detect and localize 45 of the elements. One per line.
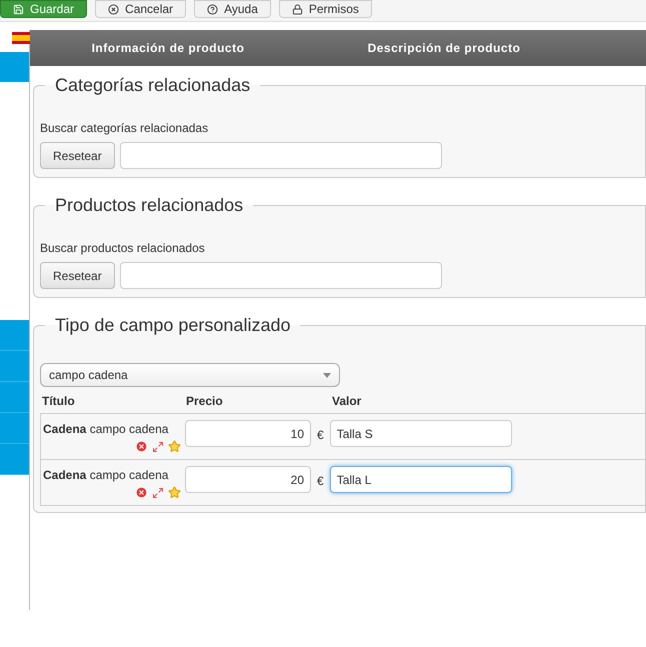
sidebar-item[interactable] (0, 413, 29, 444)
section-legend: Categorías relacionadas (45, 72, 260, 99)
column-header: Título (42, 393, 76, 410)
tab[interactable]: Información de producto (30, 39, 306, 57)
star-icon[interactable] (168, 440, 181, 453)
tab[interactable]: Descripción de producto (306, 39, 582, 57)
field-label: Buscar categorías relacionadas (40, 120, 210, 137)
price-field[interactable]: 10 (185, 420, 311, 447)
toolbar-button[interactable]: Cancelar (95, 0, 186, 18)
delete-icon[interactable] (135, 486, 148, 499)
expand-arrows-icon[interactable] (152, 486, 164, 498)
search-field[interactable] (120, 142, 442, 169)
dropdown-arrow-icon (323, 372, 331, 378)
flag-icon (12, 32, 30, 44)
sidebar-item[interactable] (0, 52, 29, 82)
price-field[interactable]: 20 (185, 466, 311, 493)
type-select[interactable]: campo cadena (40, 363, 340, 387)
column-header: Precio (186, 393, 224, 410)
field-title: Cadena campo cadena (43, 421, 168, 438)
sidebar-item[interactable] (0, 382, 29, 413)
delete-icon[interactable] (135, 440, 148, 453)
value-field[interactable]: Talla L (330, 466, 512, 493)
toolbar-button[interactable]: Ayuda (194, 0, 271, 18)
toolbar-button[interactable]: Permisos (278, 0, 372, 18)
toolbar-icon (292, 4, 303, 14)
sidebar-item[interactable] (0, 320, 29, 351)
reset-button[interactable]: Resetear (40, 262, 115, 289)
toolbar-button[interactable]: Guardar (0, 0, 88, 18)
currency-symbol: € (317, 427, 324, 444)
toolbar-icon (108, 4, 120, 14)
value-field[interactable]: Talla S (330, 420, 512, 447)
currency-symbol: € (317, 473, 324, 490)
section-legend: Tipo de campo personalizado (45, 312, 300, 339)
expand-arrows-icon[interactable] (152, 440, 164, 452)
toolbar-icon (13, 4, 24, 14)
star-icon[interactable] (168, 486, 181, 499)
search-field[interactable] (120, 262, 442, 289)
toolbar-icon (207, 4, 218, 14)
sidebar-item[interactable] (0, 444, 29, 475)
reset-button[interactable]: Resetear (40, 142, 115, 169)
column-header: Valor (332, 393, 362, 410)
field-label: Buscar productos relacionados (40, 240, 206, 257)
field-title: Cadena campo cadena (43, 467, 168, 484)
sidebar-item[interactable] (0, 351, 29, 382)
section-legend: Productos relacionados (45, 192, 254, 219)
